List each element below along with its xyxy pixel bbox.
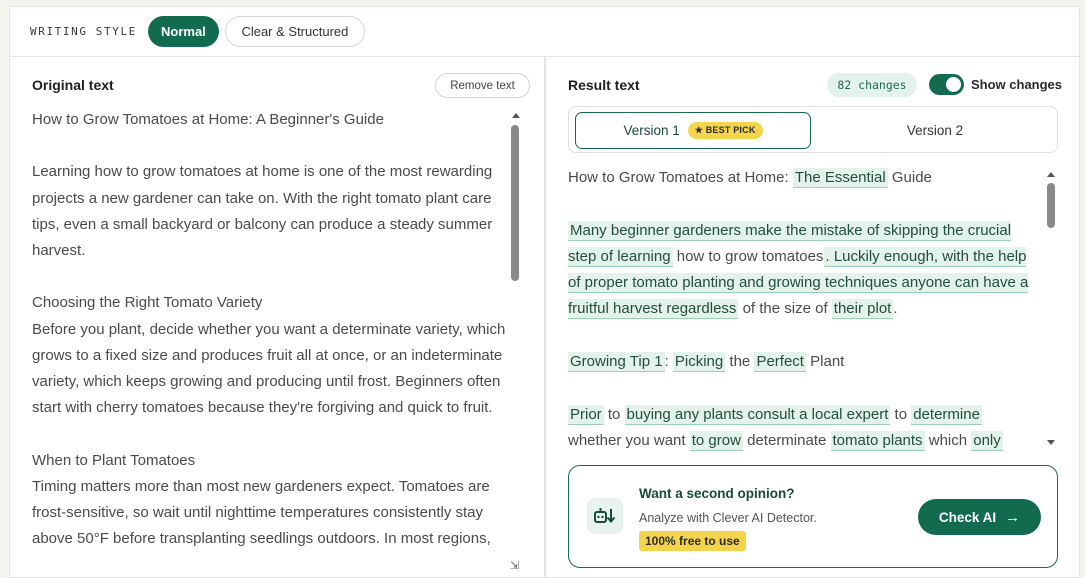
tab-version-2[interactable]: Version 2 (817, 112, 1053, 149)
original-text-title: Original text (32, 77, 114, 93)
result-change[interactable]: Perfect (754, 352, 806, 373)
arrow-right-icon: → (1005, 508, 1021, 526)
original-text-panel: Original text Remove text How to Grow To… (9, 56, 545, 578)
original-text-area[interactable]: How to Grow Tomatoes at Home: A Beginner… (32, 107, 514, 578)
result-change[interactable]: only (971, 430, 1003, 451)
show-changes-label: Show changes (971, 77, 1063, 92)
result-text-area[interactable]: How to Grow Tomatoes at Home: The Essent… (568, 165, 1038, 451)
writing-style-bar: WRITING STYLE Normal Clear & Structured (9, 6, 1080, 56)
version-tabs: Version 1 ★ BEST PICK Version 2 (568, 106, 1058, 153)
result-plain-text: of the size of (738, 300, 832, 318)
result-change[interactable]: Picking (672, 352, 726, 373)
result-change[interactable]: their plot (831, 299, 894, 320)
result-plain-text: Guide (887, 169, 932, 186)
result-title-line: How to Grow Tomatoes at Home: The Essent… (568, 165, 1038, 191)
card-title: Want a second opinion? (639, 486, 795, 501)
result-plain-text: to (890, 405, 912, 423)
result-change[interactable]: The Essential (792, 168, 888, 188)
check-ai-button[interactable]: Check AI → (918, 499, 1041, 535)
tab-version-1-label: Version 1 (623, 123, 680, 138)
result-paragraph: Growing Tip 1: Picking the Perfect Plant (568, 349, 1038, 375)
style-option-normal[interactable]: Normal (147, 16, 219, 47)
card-subtitle: Analyze with Clever AI Detector. (639, 511, 817, 525)
result-scroll-up-icon[interactable] (1047, 172, 1055, 177)
original-paragraph: Learning how to grow tomatoes at home is… (32, 163, 493, 259)
result-change[interactable]: buying any plants consult a local expert (624, 404, 891, 425)
changes-count-badge: 82 changes (827, 73, 917, 97)
original-paragraph: Before you plant, decide whether you wan… (32, 320, 506, 417)
result-plain-text: . (893, 300, 898, 318)
tab-version-1[interactable]: Version 1 ★ BEST PICK (575, 112, 811, 149)
result-text-title: Result text (568, 77, 640, 93)
result-scrollbar-thumb[interactable] (1047, 183, 1055, 228)
second-opinion-card: Want a second opinion? Analyze with Clev… (568, 465, 1058, 568)
result-paragraph: Prior to buying any plants consult a loc… (568, 402, 1038, 451)
free-badge: 100% free to use (639, 531, 746, 551)
result-plain-text: to (603, 405, 625, 423)
result-plain-text: : (664, 353, 673, 371)
result-change[interactable]: Prior (568, 404, 604, 425)
result-plain-text: which (924, 431, 972, 449)
toggle-knob (946, 77, 961, 92)
result-scroll-down-icon[interactable] (1047, 440, 1055, 445)
original-heading: Choosing the Right Tomato Variety (32, 294, 263, 312)
show-changes-toggle[interactable] (929, 74, 964, 95)
style-option-clear-structured[interactable]: Clear & Structured (224, 16, 365, 47)
result-plain-text: Plant (805, 353, 845, 371)
ai-detector-icon (587, 498, 623, 534)
result-change[interactable]: Growing Tip 1 (568, 352, 665, 373)
result-plain-text: how to grow tomatoes (672, 247, 824, 265)
original-heading: When to Plant Tomatoes (32, 451, 196, 469)
result-text-panel: Result text 82 changes Show changes Vers… (545, 56, 1080, 578)
result-plain-text: How to Grow Tomatoes at Home: (568, 169, 793, 186)
resize-grip-icon[interactable]: ⇲ (510, 559, 519, 572)
original-scrollbar-thumb[interactable] (511, 125, 519, 281)
scroll-up-icon[interactable] (512, 113, 520, 118)
result-plain-text: whether you want (568, 431, 690, 449)
app-root: WRITING STYLE Normal Clear & Structured … (0, 0, 1085, 578)
result-plain-text: the (725, 353, 755, 371)
result-change[interactable]: tomato plants (830, 430, 925, 451)
original-paragraph: How to Grow Tomatoes at Home: A Beginner… (32, 111, 384, 128)
remove-text-button[interactable]: Remove text (435, 73, 530, 98)
best-pick-badge: ★ BEST PICK (687, 122, 763, 139)
original-paragraph: Timing matters more than most new garden… (32, 477, 491, 548)
writing-style-label: WRITING STYLE (30, 25, 137, 38)
result-change[interactable]: to grow (689, 430, 743, 451)
result-plain-text: determinate (742, 431, 831, 449)
tab-version-2-label: Version 2 (906, 123, 964, 138)
check-ai-label: Check AI (938, 509, 997, 525)
result-change[interactable]: determine (911, 404, 982, 425)
result-paragraph: Many beginner gardeners make the mistake… (568, 218, 1038, 323)
